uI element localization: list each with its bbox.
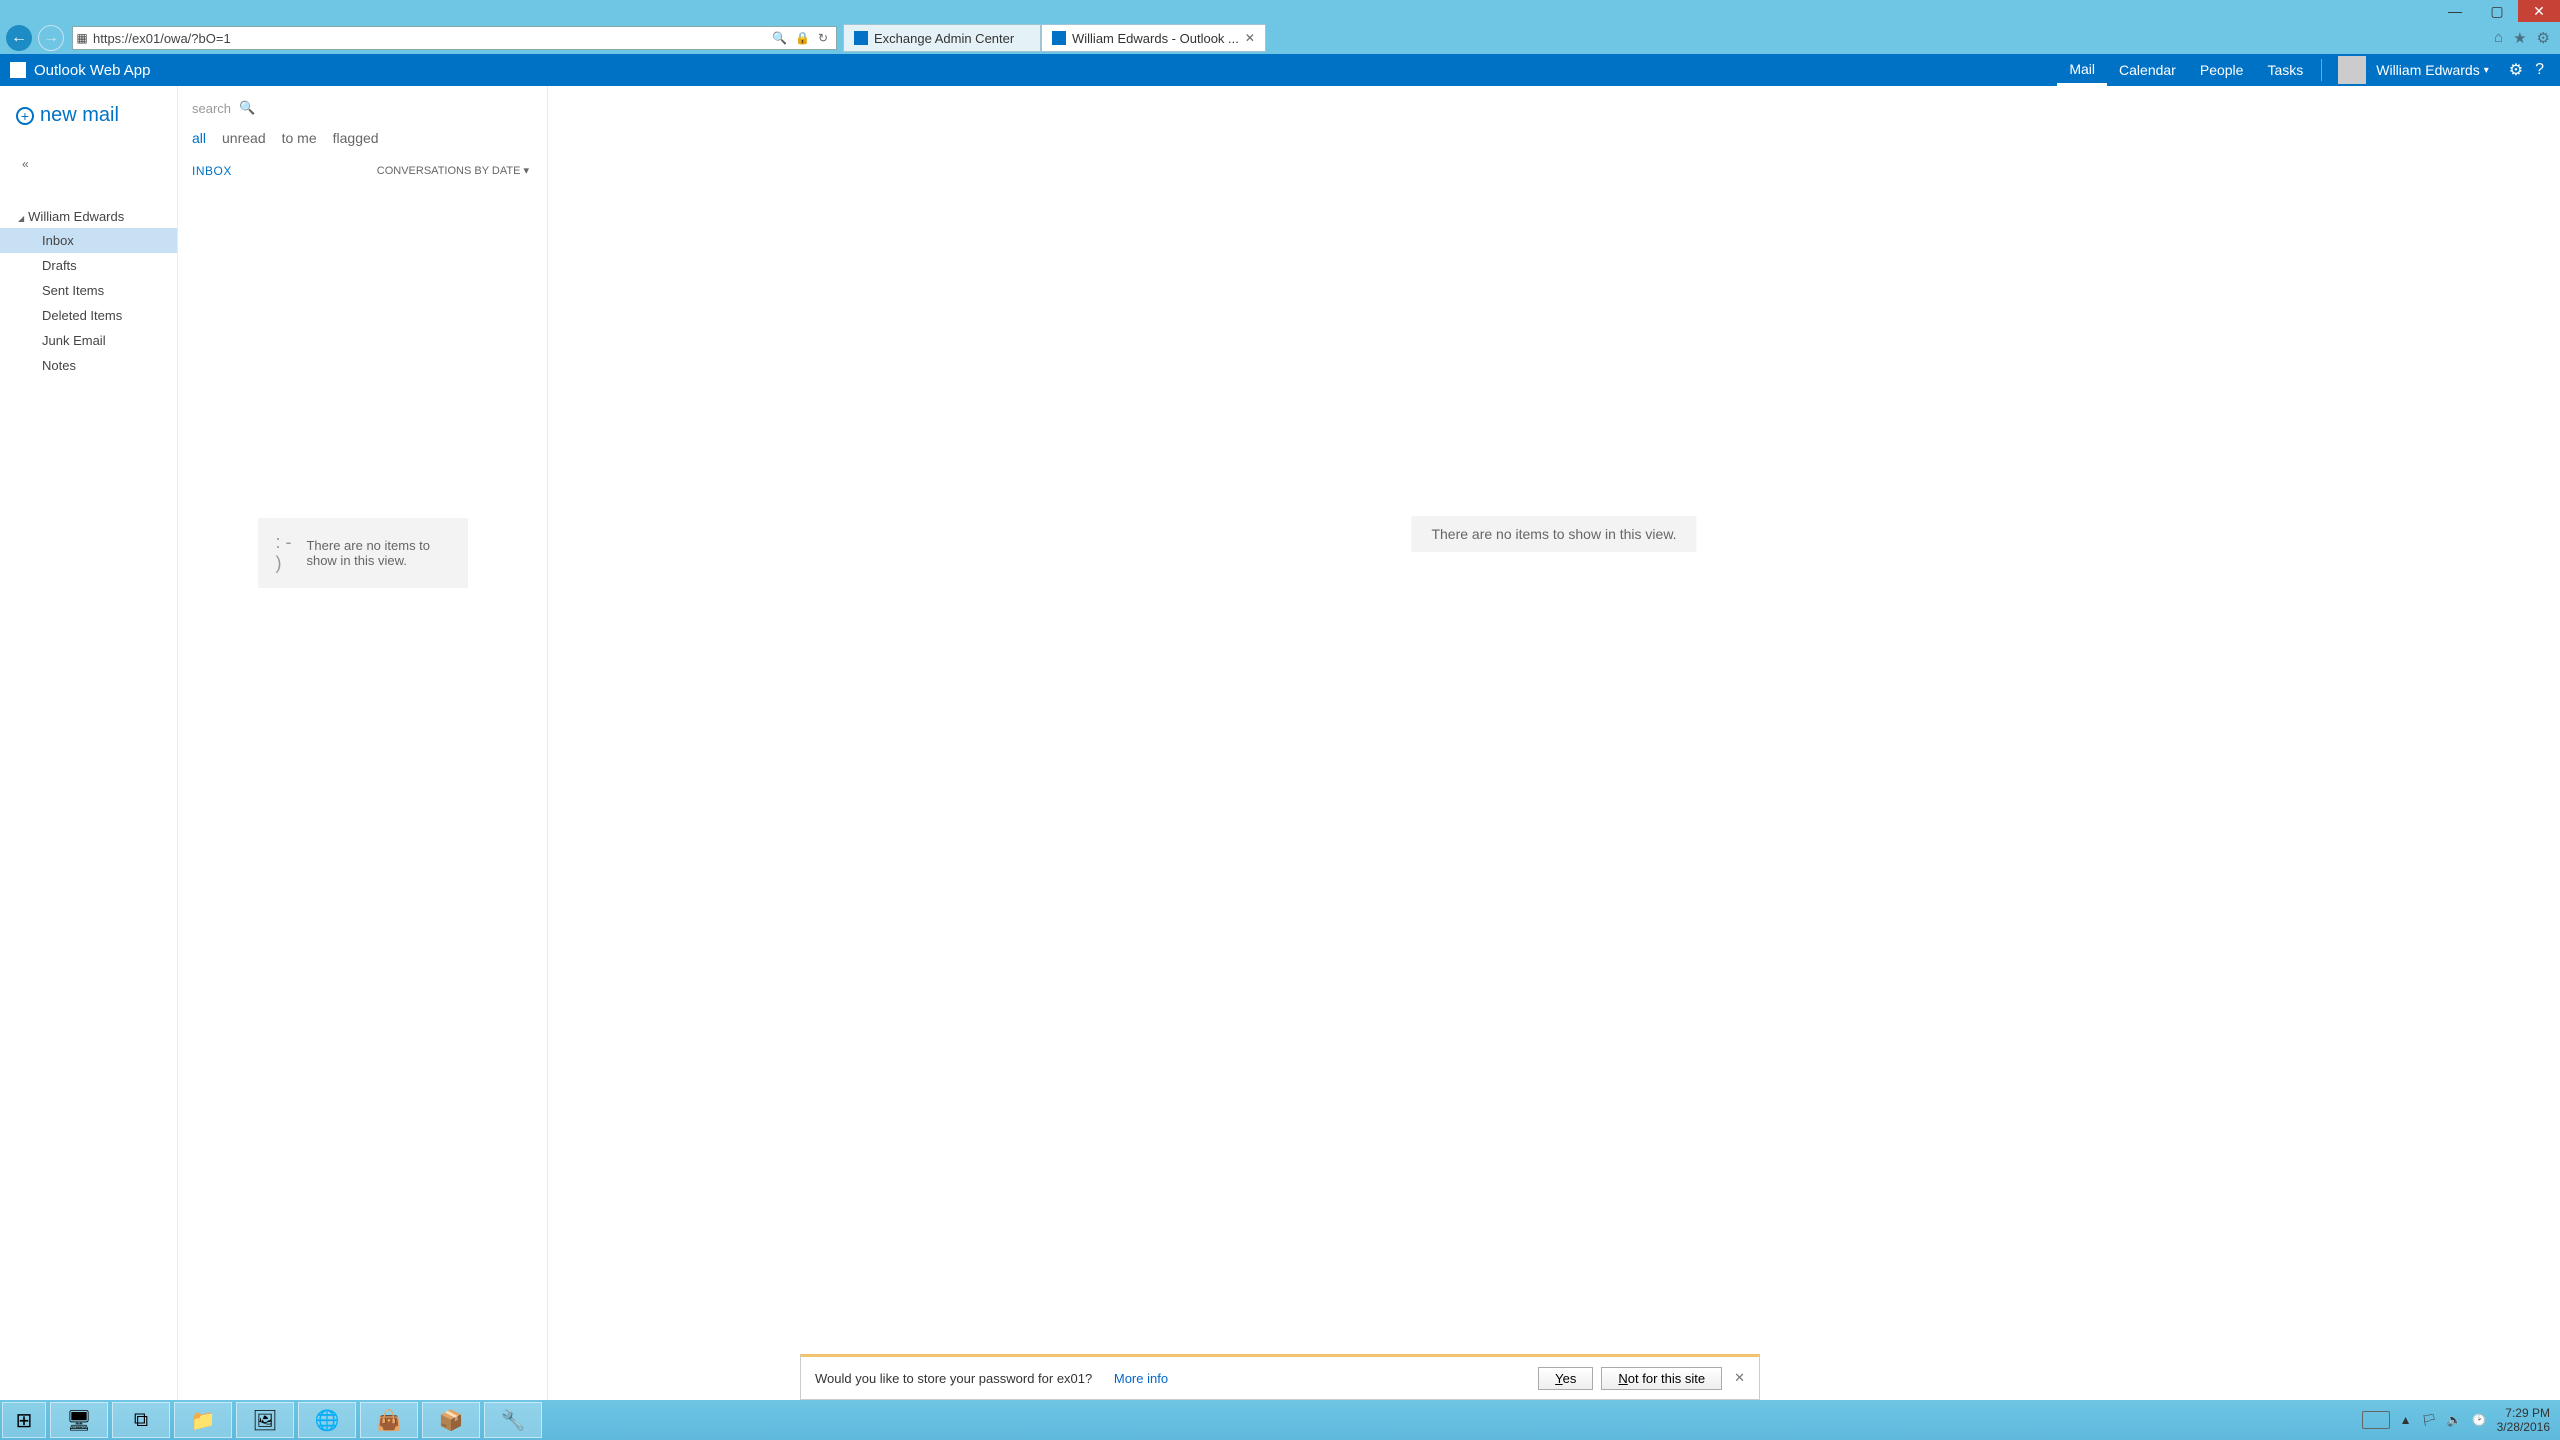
- address-bar[interactable]: ▦ https://ex01/owa/?bO=1 🔍 🔒 ↻: [72, 26, 837, 50]
- tray-expand-icon[interactable]: ▲: [2400, 1413, 2412, 1427]
- password-store-notification: Would you like to store your password fo…: [800, 1354, 1760, 1400]
- taskbar-app-8[interactable]: 🔧: [484, 1402, 542, 1438]
- nav-tasks[interactable]: Tasks: [2255, 54, 2315, 86]
- folder-deleted[interactable]: Deleted Items: [0, 303, 177, 328]
- favorites-icon[interactable]: ★: [2513, 29, 2526, 47]
- system-tray: ▲ 🏳 🔈 🕑 7:29 PM 3/28/2016: [2362, 1406, 2560, 1435]
- empty-list-text: There are no items to show in this view.: [306, 538, 449, 568]
- folder-notes[interactable]: Notes: [0, 353, 177, 378]
- folder-drafts[interactable]: Drafts: [0, 253, 177, 278]
- search-dropdown-icon[interactable]: 🔍: [772, 31, 787, 45]
- tray-flag-icon[interactable]: 🏳: [2421, 1413, 2436, 1427]
- tab-favicon-icon: [854, 31, 868, 45]
- taskbar-app-4[interactable]: 🖼: [236, 1402, 294, 1438]
- taskbar-app-3[interactable]: 📁: [174, 1402, 232, 1438]
- settings-icon[interactable]: ⚙: [2509, 60, 2523, 80]
- help-icon[interactable]: ?: [2535, 61, 2544, 79]
- user-avatar[interactable]: [2338, 56, 2366, 84]
- taskbar-app-5[interactable]: 🌐: [298, 1402, 356, 1438]
- empty-reading-message: There are no items to show in this view.: [1411, 516, 1696, 552]
- site-favicon-icon: ▦: [73, 31, 91, 45]
- user-name[interactable]: William Edwards: [2376, 62, 2479, 78]
- search-icon[interactable]: 🔍: [239, 100, 255, 116]
- filter-bar: all unread to me flagged: [178, 116, 547, 146]
- filter-all[interactable]: all: [192, 130, 206, 146]
- back-button[interactable]: ←: [6, 25, 32, 51]
- taskbar-app-6[interactable]: 👜: [360, 1402, 418, 1438]
- tab-outlook-web[interactable]: William Edwards - Outlook ... ✕: [1041, 24, 1266, 52]
- folder-junk[interactable]: Junk Email: [0, 328, 177, 353]
- start-button[interactable]: ⊞: [2, 1402, 46, 1438]
- collapse-sidebar-button[interactable]: «: [0, 127, 177, 171]
- folder-sent[interactable]: Sent Items: [0, 278, 177, 303]
- notif-yes-button[interactable]: Yes: [1538, 1367, 1593, 1390]
- filter-tome[interactable]: to me: [282, 130, 317, 146]
- folder-sidebar: + new mail « William Edwards Inbox Draft…: [0, 86, 178, 1400]
- tab-title: William Edwards - Outlook ...: [1072, 31, 1239, 46]
- keyboard-icon[interactable]: [2362, 1411, 2390, 1429]
- taskbar-app-1[interactable]: 🖥: [50, 1402, 108, 1438]
- taskbar-app-2[interactable]: ⧉: [112, 1402, 170, 1438]
- lock-icon[interactable]: 🔒: [795, 31, 810, 45]
- mailbox-root[interactable]: William Edwards: [0, 205, 177, 228]
- owa-header: Outlook Web App Mail Calendar People Tas…: [0, 54, 2560, 86]
- tools-icon[interactable]: ⚙: [2537, 29, 2550, 47]
- empty-list-message: : - ) There are no items to show in this…: [258, 518, 468, 588]
- nav-people[interactable]: People: [2188, 54, 2256, 86]
- folder-inbox[interactable]: Inbox: [0, 228, 177, 253]
- content-area: + new mail « William Edwards Inbox Draft…: [0, 86, 2560, 1400]
- tab-close-icon[interactable]: ✕: [1245, 31, 1255, 45]
- url-text: https://ex01/owa/?bO=1: [91, 31, 764, 46]
- notif-close-icon[interactable]: ✕: [1734, 1370, 1745, 1386]
- taskbar-app-7[interactable]: 📦: [422, 1402, 480, 1438]
- taskbar-clock[interactable]: 7:29 PM 3/28/2016: [2497, 1406, 2550, 1435]
- separator: [2321, 59, 2322, 81]
- nav-calendar[interactable]: Calendar: [2107, 54, 2188, 86]
- filter-flagged[interactable]: flagged: [333, 130, 379, 146]
- current-folder-label: INBOX: [192, 164, 232, 178]
- taskbar: ⊞ 🖥 ⧉ 📁 🖼 🌐 👜 📦 🔧 ▲ 🏳 🔈 🕑 7:29 PM 3/28/2…: [0, 1400, 2560, 1440]
- tab-exchange-admin[interactable]: Exchange Admin Center: [843, 24, 1041, 52]
- browser-tabs: Exchange Admin Center William Edwards - …: [843, 24, 1266, 52]
- new-mail-button[interactable]: + new mail: [0, 104, 177, 127]
- search-input[interactable]: search: [192, 101, 231, 116]
- new-mail-label: new mail: [40, 104, 119, 127]
- close-button[interactable]: ✕: [2518, 0, 2560, 22]
- ie-toolbar: ← → ▦ https://ex01/owa/?bO=1 🔍 🔒 ↻ Excha…: [0, 22, 2560, 54]
- maximize-button[interactable]: ▢: [2476, 0, 2518, 22]
- clock-date: 3/28/2016: [2497, 1420, 2550, 1434]
- app-title: Outlook Web App: [34, 62, 150, 79]
- tray-clock-icon[interactable]: 🕑: [2472, 1413, 2487, 1427]
- user-dropdown-icon[interactable]: ▾: [2484, 65, 2489, 76]
- filter-unread[interactable]: unread: [222, 130, 266, 146]
- plus-circle-icon: +: [16, 107, 34, 125]
- sort-dropdown[interactable]: CONVERSATIONS BY DATE ▾: [377, 164, 529, 178]
- notif-no-button[interactable]: Not for this site: [1601, 1367, 1722, 1390]
- reading-pane: There are no items to show in this view.: [548, 86, 2560, 1400]
- tab-title: Exchange Admin Center: [874, 31, 1014, 46]
- tray-volume-icon[interactable]: 🔈: [2447, 1413, 2462, 1427]
- forward-button[interactable]: →: [38, 25, 64, 51]
- outlook-logo-icon: [10, 62, 26, 78]
- clock-time: 7:29 PM: [2497, 1406, 2550, 1420]
- home-icon[interactable]: ⌂: [2494, 29, 2503, 47]
- smiley-icon: : - ): [276, 532, 293, 574]
- tab-favicon-icon: [1052, 31, 1066, 45]
- notif-more-info[interactable]: More info: [1114, 1371, 1168, 1386]
- minimize-button[interactable]: —: [2434, 0, 2476, 22]
- notif-text: Would you like to store your password fo…: [815, 1371, 1092, 1386]
- nav-mail[interactable]: Mail: [2057, 54, 2107, 86]
- refresh-icon[interactable]: ↻: [818, 31, 828, 45]
- message-list-pane: search 🔍 all unread to me flagged INBOX …: [178, 86, 548, 1400]
